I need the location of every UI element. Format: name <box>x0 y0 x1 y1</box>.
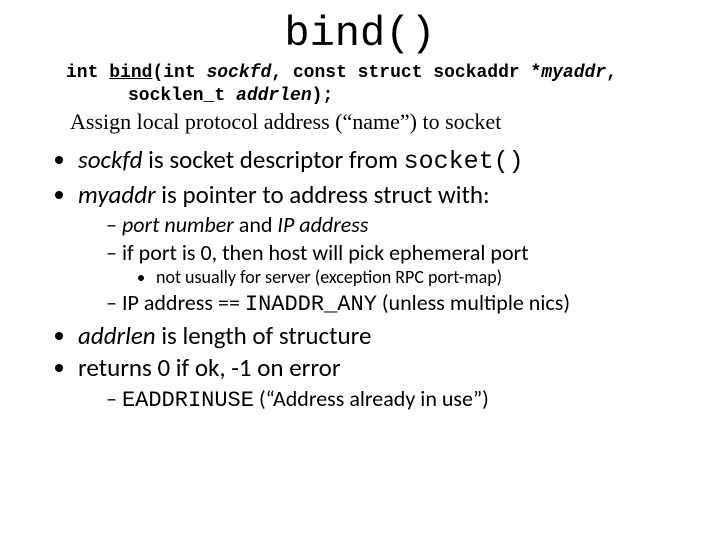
text: port number <box>122 211 234 238</box>
slide-description: Assign local protocol address (“name”) t… <box>70 109 680 135</box>
text: returns 0 if ok, -1 on error <box>78 352 341 383</box>
text: is socket descriptor from <box>143 144 404 175</box>
list-item: not usually for server (exception RPC po… <box>156 267 680 289</box>
bullet-list-level3: not usually for server (exception RPC po… <box>156 267 680 289</box>
bullet-list-level2: port number and IP address if port is 0,… <box>106 212 680 319</box>
text: if port is 0, then host will pick epheme… <box>122 239 529 266</box>
text: (“Address already in use”) <box>254 385 489 412</box>
list-item: sockfd is socket descriptor from socket(… <box>78 145 680 178</box>
code: socket() <box>404 147 524 176</box>
text: (unless multiple nics) <box>377 289 570 316</box>
sig-part: int <box>66 63 109 83</box>
text: IP address <box>277 211 368 238</box>
list-item: IP address == INADDR_ANY (unless multipl… <box>106 290 680 318</box>
list-item: myaddr is pointer to address struct with… <box>78 180 680 319</box>
bullet-list-level1: sockfd is socket descriptor from socket(… <box>58 145 680 414</box>
sig-part: socklen_t <box>128 86 236 106</box>
text: not usually for server (exception RPC po… <box>156 266 502 288</box>
slide-title: bind() <box>40 10 680 58</box>
list-item: returns 0 if ok, -1 on error EADDRINUSE … <box>78 353 680 414</box>
code: INADDR_ANY <box>245 292 377 317</box>
sig-param: myaddr <box>541 63 606 83</box>
sig-fn-name: bind <box>109 63 152 83</box>
sig-param: addrlen <box>236 86 312 106</box>
sig-part: , <box>606 63 617 83</box>
sig-part: (int <box>152 63 206 83</box>
text: and <box>234 211 278 238</box>
term-myaddr: myaddr <box>78 179 156 210</box>
bullet-list-level2: EADDRINUSE (“Address already in use”) <box>106 386 680 414</box>
sig-part: , const struct sockaddr * <box>271 63 541 83</box>
list-item: addrlen is length of structure <box>78 321 680 352</box>
text: is pointer to address struct with: <box>156 179 490 210</box>
term-sockfd: sockfd <box>78 144 143 175</box>
list-item: if port is 0, then host will pick epheme… <box>106 240 680 288</box>
sig-param: sockfd <box>206 63 271 83</box>
slide: bind() int bind(int sockfd, const struct… <box>0 0 720 436</box>
sig-part: ); <box>312 86 334 106</box>
text: IP address == <box>122 289 245 316</box>
function-signature: int bind(int sockfd, const struct sockad… <box>66 62 680 107</box>
list-item: EADDRINUSE (“Address already in use”) <box>106 386 680 414</box>
text: is length of structure <box>156 320 372 351</box>
term-addrlen: addrlen <box>78 320 156 351</box>
list-item: port number and IP address <box>106 212 680 238</box>
code: EADDRINUSE <box>122 388 254 413</box>
